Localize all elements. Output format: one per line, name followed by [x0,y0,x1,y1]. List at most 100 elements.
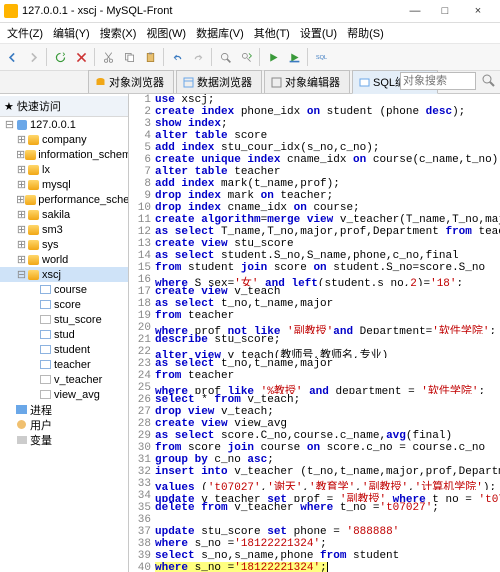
code-line[interactable]: 21describe stu_score; [129,334,500,346]
code-text[interactable]: add index mark(t_name,prof); [155,178,500,190]
code-line[interactable]: 13create view stu_score [129,238,500,250]
search-icon[interactable] [481,73,496,88]
code-line[interactable]: 38where s_no ='18122221324'; [129,538,500,550]
code-text[interactable]: create index phone_idx on student (phone… [155,106,500,118]
code-line[interactable]: 17create view v_teach [129,286,500,298]
code-line[interactable]: 36 [129,514,500,526]
code-line[interactable]: 14as select student.S_no,S_name,phone,c_… [129,250,500,262]
code-text[interactable]: use xscj; [155,94,500,106]
tab-object-editor[interactable]: 对象编辑器 [264,70,350,93]
tree-twisty[interactable]: ⊞ [16,193,25,206]
redo-button[interactable] [188,47,208,67]
tree-twisty[interactable]: ⊟ [16,268,27,281]
code-line[interactable]: 37update stu_score set phone = '888888' [129,526,500,538]
code-text[interactable]: create view v_teach [155,286,500,298]
find-button[interactable] [215,47,235,67]
tree-db-performance_schema[interactable]: ⊞performance_schema [0,192,128,207]
menu-help[interactable]: 帮助(S) [342,23,389,43]
code-text[interactable]: from score join course on score.c_no = c… [155,442,500,454]
tree-twisty[interactable]: ⊞ [16,178,27,191]
code-text[interactable]: describe stu_score; [155,334,500,346]
tree-table-v_teacher[interactable]: v_teacher [0,372,128,387]
tree-db-information_schema[interactable]: ⊞information_schema [0,147,128,162]
tree-table-student[interactable]: student [0,342,128,357]
code-text[interactable]: update v_teacher set prof = '副教授' where … [155,490,500,502]
code-text[interactable]: from student join score on student.S_no=… [155,262,500,274]
code-line[interactable]: 23as select t_no,t_name,major [129,358,500,370]
code-line[interactable]: 29as select score.C_no,course.c_name,avg… [129,430,500,442]
code-line[interactable]: 19from teacher [129,310,500,322]
tree-table-teacher[interactable]: teacher [0,357,128,372]
menu-view[interactable]: 视图(W) [141,23,191,43]
code-line[interactable]: 15from student join score on student.S_n… [129,262,500,274]
code-line[interactable]: 39select s_no,s_name,phone from student [129,550,500,562]
code-text[interactable]: select s_no,s_name,phone from student [155,550,500,562]
code-text[interactable]: where prof not like '副教授'and Department=… [155,322,500,334]
tree-db-sm3[interactable]: ⊞sm3 [0,222,128,237]
code-line[interactable]: 31group by c_no asc; [129,454,500,466]
code-line[interactable]: 34update v_teacher set prof = '副教授' wher… [129,490,500,502]
code-text[interactable]: insert into v_teacher (t_no,t_name,major… [155,466,500,478]
paste-button[interactable] [140,47,160,67]
run-selection-button[interactable] [284,47,304,67]
tree-table-stu_score[interactable]: stu_score [0,312,128,327]
tree-twisty[interactable]: ⊞ [16,208,27,221]
code-line[interactable]: 6create unique index cname_idx on course… [129,154,500,166]
code-line[interactable]: 8add index mark(t_name,prof); [129,178,500,190]
code-line[interactable]: 1use xscj; [129,94,500,106]
tree-twisty[interactable]: ⊞ [16,253,27,266]
code-line[interactable]: 40where s_no ='18122221324'; [129,562,500,572]
menu-database[interactable]: 数据库(V) [191,23,249,43]
tree-db-company[interactable]: ⊞company [0,132,128,147]
tree-table-view_avg[interactable]: view_avg [0,387,128,402]
code-line[interactable]: 26select * from v_teach; [129,394,500,406]
tree-processes[interactable]: 进程 [0,402,128,417]
menu-settings[interactable]: 设置(U) [295,23,342,43]
tree-twisty[interactable]: ⊞ [16,223,27,236]
sql-button[interactable]: SQL [311,47,331,67]
object-search-input[interactable] [400,72,476,90]
code-text[interactable] [155,514,500,526]
tree-db-xscj[interactable]: ⊟xscj [0,267,128,282]
code-text[interactable]: drop view v_teach; [155,406,500,418]
menu-search[interactable]: 搜索(X) [95,23,142,43]
code-line[interactable]: 20where prof not like '副教授'and Departmen… [129,322,500,334]
code-text[interactable]: as select student.S_no,S_name,phone,c_no… [155,250,500,262]
tree-table-course[interactable]: course [0,282,128,297]
tree-table-stud[interactable]: stud [0,327,128,342]
code-line[interactable]: 35delete from v_teacher where t_no ='t07… [129,502,500,514]
tree-twisty[interactable]: ⊞ [16,133,27,146]
refresh-button[interactable] [50,47,70,67]
code-line[interactable]: 12as select T_name,T_no,major,prof,Depar… [129,226,500,238]
code-text[interactable]: group by c_no asc; [155,454,500,466]
replace-button[interactable] [236,47,256,67]
code-text[interactable]: as select t_no,t_name,major [155,358,500,370]
tree-db-mysql[interactable]: ⊞mysql [0,177,128,192]
tree-users[interactable]: 用户 [0,417,128,432]
close-button[interactable]: × [460,1,496,21]
code-line[interactable]: 11create algorithm=merge view v_teacher(… [129,214,500,226]
tree-twisty[interactable]: ⊞ [16,238,27,251]
code-text[interactable]: delete from v_teacher where t_no ='t0702… [155,502,500,514]
code-line[interactable]: 4alter table score [129,130,500,142]
code-line[interactable]: 9drop index mark on teacher; [129,190,500,202]
tree-twisty[interactable]: ⊟ [4,118,15,131]
code-text[interactable]: values ('t07027','谢天','教育学','副教授','计算机学院… [155,478,500,490]
code-line[interactable]: 16where S_sex='女' and left(student.s_no,… [129,274,500,286]
code-line[interactable]: 25where prof like '%教授' and department =… [129,382,500,394]
code-text[interactable]: create view stu_score [155,238,500,250]
menu-file[interactable]: 文件(Z) [2,23,48,43]
stop-button[interactable] [71,47,91,67]
code-line[interactable]: 10drop index cname_idx on course; [129,202,500,214]
code-text[interactable]: create view view_avg [155,418,500,430]
code-text[interactable]: drop index cname_idx on course; [155,202,500,214]
code-text[interactable]: from teacher [155,310,500,322]
tree-db-sys[interactable]: ⊞sys [0,237,128,252]
code-line[interactable]: 18as select t_no,t_name,major [129,298,500,310]
cut-button[interactable] [98,47,118,67]
menu-edit[interactable]: 编辑(Y) [48,23,95,43]
maximize-button[interactable]: □ [430,1,460,21]
code-text[interactable]: update stu_score set phone = '888888' [155,526,500,538]
code-text[interactable]: where s_no ='18122221324'; [155,538,500,550]
tree-server[interactable]: ⊟127.0.0.1 [0,117,128,132]
